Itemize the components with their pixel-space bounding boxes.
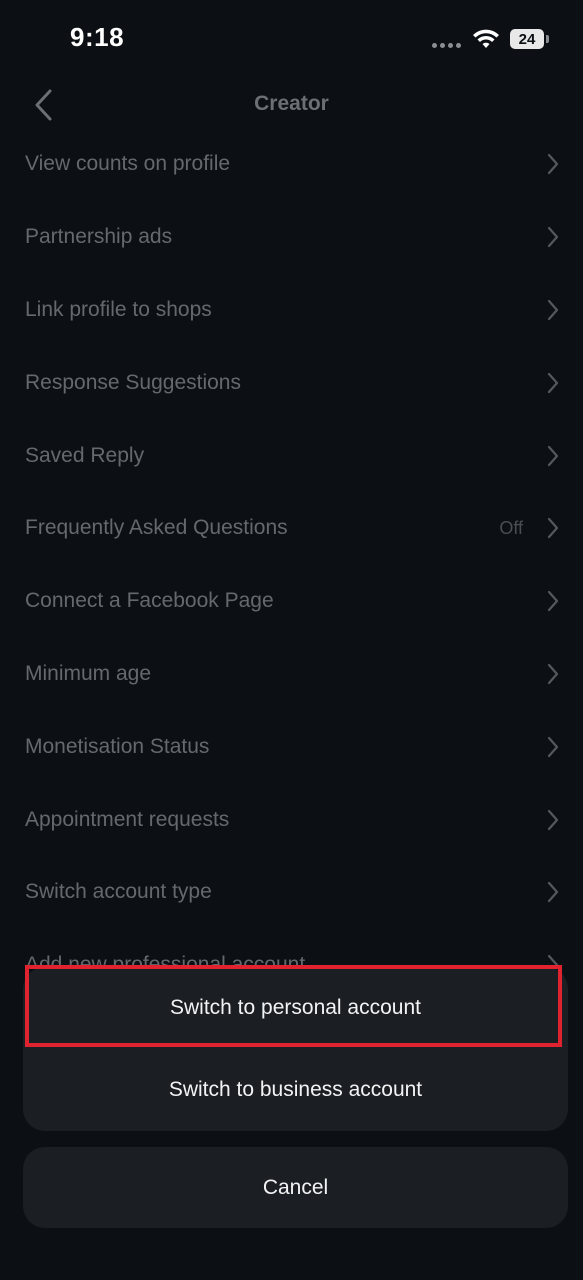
settings-row-saved-reply[interactable]: Saved Reply (0, 419, 583, 492)
action-sheet-options: Switch to personal account Switch to bus… (23, 967, 568, 1131)
cancel-button[interactable]: Cancel (23, 1147, 568, 1228)
chevron-right-icon (547, 809, 559, 830)
row-label: Appointment requests (25, 807, 230, 831)
chevron-right-icon (547, 445, 559, 466)
chevron-right-icon (547, 154, 559, 175)
row-label: Connect a Facebook Page (25, 589, 274, 613)
wifi-icon (473, 29, 499, 48)
settings-row-response-suggestions[interactable]: Response Suggestions (0, 346, 583, 419)
row-label: Link profile to shops (25, 297, 212, 321)
chevron-right-icon (547, 591, 559, 612)
row-label: Monetisation Status (25, 734, 210, 758)
chevron-right-icon (547, 518, 559, 539)
settings-row-view-counts[interactable]: View counts on profile (0, 128, 583, 201)
row-value: Off (499, 517, 523, 538)
switch-to-business-button[interactable]: Switch to business account (23, 1049, 568, 1131)
chevron-right-icon (547, 227, 559, 248)
row-label: Saved Reply (25, 443, 145, 467)
header: Creator (0, 80, 583, 130)
settings-row-switch-account-type[interactable]: Switch account type (0, 856, 583, 929)
status-time: 9:18 (70, 22, 125, 52)
settings-row-minimum-age[interactable]: Minimum age (0, 638, 583, 711)
chevron-right-icon (547, 663, 559, 685)
battery-icon: 24 (510, 29, 544, 49)
screen: 9:18 24 Creator View counts on profile P… (0, 0, 583, 1280)
row-label: View counts on profile (25, 152, 231, 176)
row-label: Partnership ads (25, 225, 173, 249)
settings-list: View counts on profile Partnership ads L… (0, 128, 583, 1002)
switch-to-personal-button[interactable]: Switch to personal account (23, 967, 568, 1049)
settings-row-partnership-ads[interactable]: Partnership ads (0, 201, 583, 274)
status-bar: 9:18 24 (0, 0, 583, 80)
chevron-right-icon (547, 299, 559, 321)
settings-row-connect-facebook[interactable]: Connect a Facebook Page (0, 565, 583, 638)
row-label: Frequently Asked Questions (25, 516, 288, 540)
settings-row-monetisation-status[interactable]: Monetisation Status (0, 710, 583, 783)
page-title: Creator (254, 92, 329, 115)
chevron-right-icon (547, 372, 559, 393)
settings-row-appointment-requests[interactable]: Appointment requests (0, 783, 583, 856)
battery-tip (546, 35, 549, 43)
cellular-signal-icon (432, 43, 461, 48)
settings-row-link-shops[interactable]: Link profile to shops (0, 274, 583, 347)
chevron-right-icon (547, 736, 559, 757)
row-label: Response Suggestions (25, 370, 241, 394)
settings-row-faq[interactable]: Frequently Asked Questions Off (0, 492, 583, 565)
row-label: Minimum age (25, 661, 152, 685)
chevron-right-icon (547, 882, 559, 903)
row-label: Switch account type (25, 880, 212, 904)
